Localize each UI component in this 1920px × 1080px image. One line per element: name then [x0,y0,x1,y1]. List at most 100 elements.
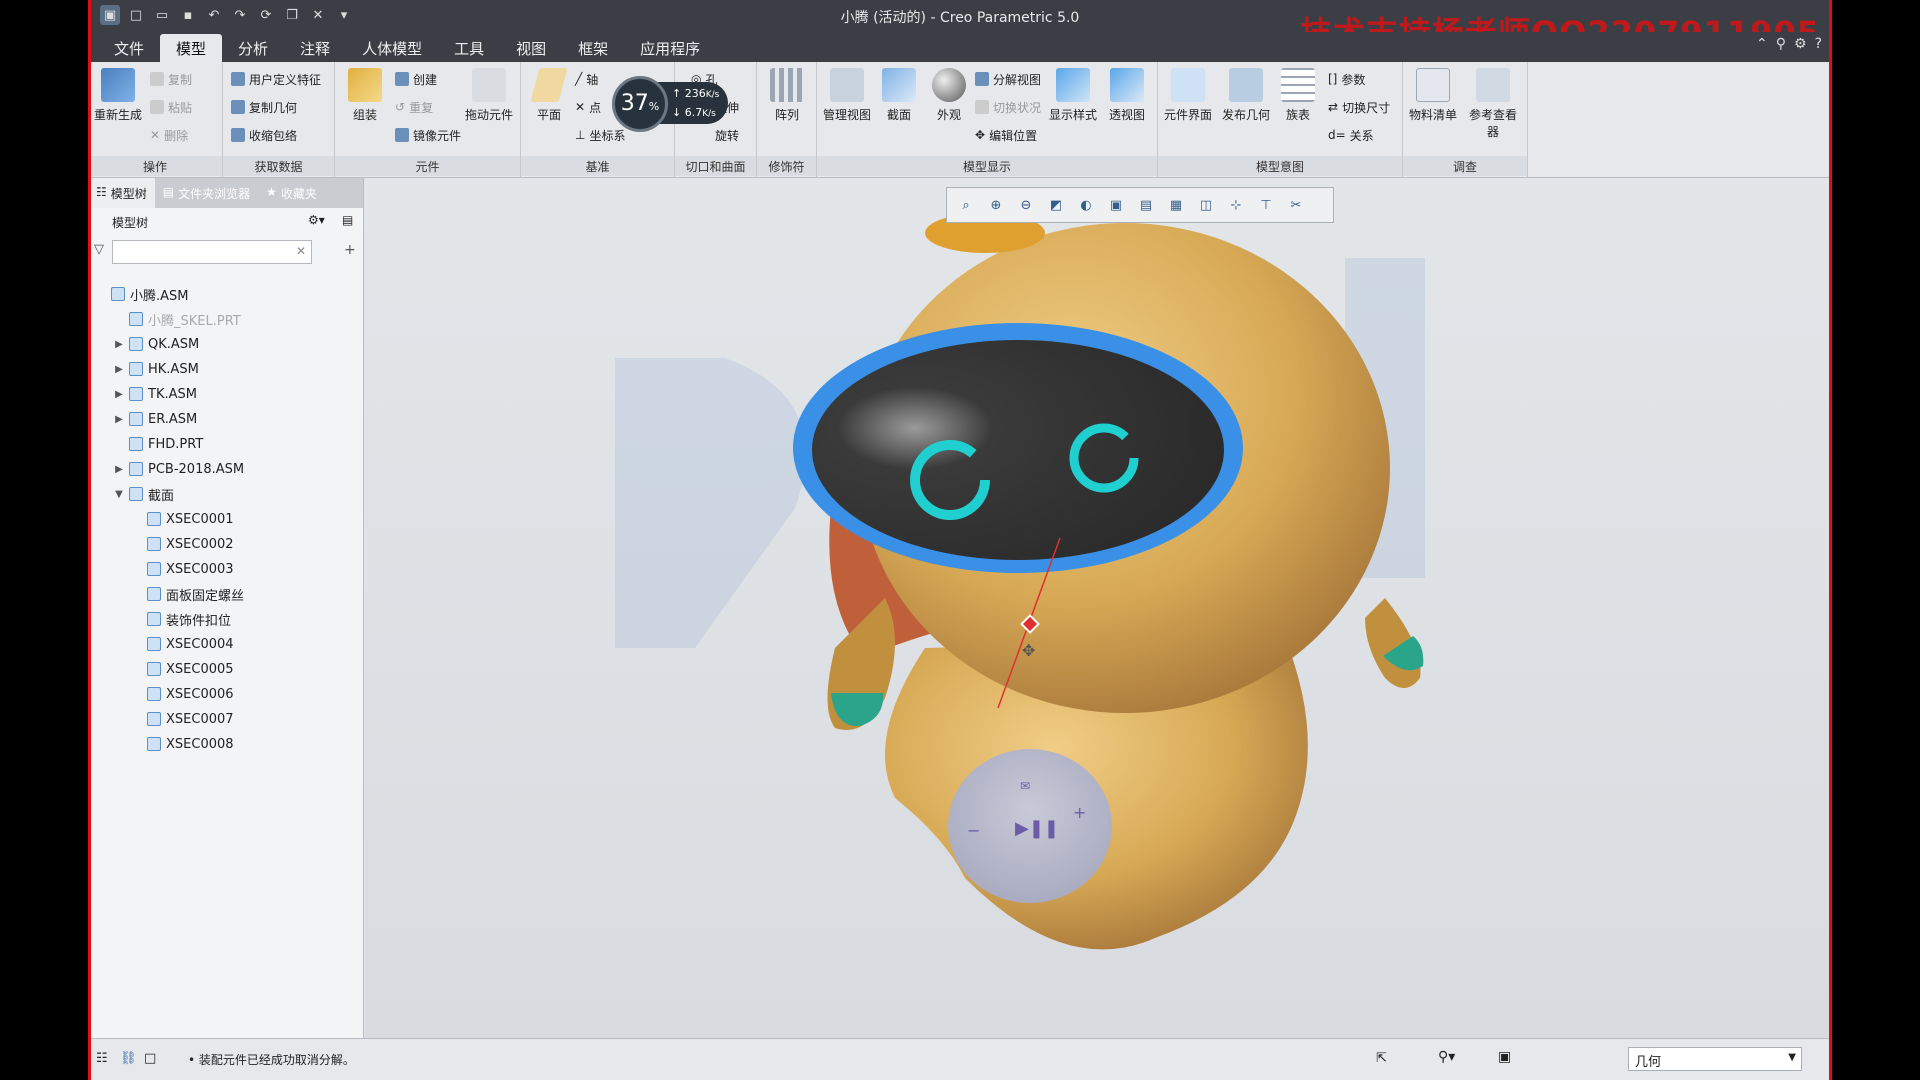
tree-item[interactable]: ▼ 截面 [112,484,174,504]
tab-favorites[interactable]: ★ 收藏夹 [258,178,325,208]
find-icon[interactable]: ⚲▾ [1438,1049,1455,1065]
tree-item[interactable]: XSEC0002 [130,534,234,554]
axis-button[interactable]: ╱ 轴 [575,68,598,90]
tab-model-tree[interactable]: ☷ 模型树 [88,178,155,208]
perspective-toolbar-icon[interactable]: ▦ [1165,194,1187,216]
tab-annotate[interactable]: 注释 [284,34,346,62]
create-button[interactable]: 创建 [395,68,437,90]
robot-model-render[interactable]: ▶❚❚ + − ✉ ✥ [365,178,1832,1038]
publish-geometry-button[interactable]: 发布几何 [1218,66,1274,123]
status-icon-tree[interactable]: ☷ [96,1051,108,1066]
group-label-investigate[interactable]: 调查 [1403,156,1527,176]
status-icon-link[interactable]: ⛓ [120,1051,137,1066]
regenerate-button[interactable]: 重新生成 [90,66,146,123]
perspective-button[interactable]: 透视图 [1099,66,1155,123]
filter-icon[interactable]: ▽ [94,242,104,257]
tree-item[interactable]: 小腾.ASM [94,284,189,304]
mirror-component-button[interactable]: 镜像元件 [395,124,461,146]
tree-expander-icon[interactable]: ▶ [112,464,126,475]
selected-items-icon[interactable]: ▣ [1498,1049,1511,1065]
repaint-icon[interactable]: ◩ [1045,194,1067,216]
display-style-toolbar-icon[interactable]: ◐ [1075,194,1097,216]
help-icon[interactable]: ? [1815,36,1822,52]
tab-framework[interactable]: 框架 [562,34,624,62]
copy-geometry-button[interactable]: 复制几何 [231,96,297,118]
tab-tools[interactable]: 工具 [438,34,500,62]
graphics-window[interactable]: ▶❚❚ + − ✉ ✥ [365,178,1832,1038]
tree-item[interactable]: XSEC0005 [130,659,234,679]
tab-applications[interactable]: 应用程序 [624,34,716,62]
tab-folder-browser[interactable]: ▤ 文件夹浏览器 [155,178,258,208]
tab-analysis[interactable]: 分析 [222,34,284,62]
status-icon-window[interactable]: □ [144,1051,156,1066]
group-label-get-data[interactable]: 获取数据 [223,156,334,176]
annotation-display-icon[interactable]: ⊤ [1255,194,1277,216]
appearance-button[interactable]: 外观 [921,66,977,123]
spin-center-icon[interactable]: ✂ [1285,194,1307,216]
manage-views-button[interactable]: 管理视图 [819,66,875,123]
copy-button[interactable]: 复制 [150,68,192,90]
tree-expander-icon[interactable]: ▶ [112,389,126,400]
tab-model[interactable]: 模型 [160,34,223,62]
tree-expander-icon[interactable]: ▼ [112,489,126,500]
relations-button[interactable]: d= 关系 [1328,124,1374,146]
search-icon[interactable]: ⚲ [1776,36,1786,52]
point-button[interactable]: ✕ 点 [575,96,601,118]
add-filter-icon[interactable]: + [344,242,356,258]
group-label-operations[interactable]: 操作 [88,156,222,176]
tree-expander-icon[interactable]: ▶ [112,414,126,425]
smart-select-icon[interactable]: ⇱ [1376,1051,1387,1066]
model-tree-search-input[interactable] [112,240,312,264]
reference-viewer-button[interactable]: 参考查看器 [1465,66,1521,140]
tree-item[interactable]: ▶ PCB-2018.ASM [112,459,244,479]
group-label-modifiers[interactable]: 修饰符 [757,156,816,176]
switch-dims-button[interactable]: ⇄ 切换尺寸 [1328,96,1390,118]
tree-item[interactable]: XSEC0001 [130,509,234,529]
plane-button[interactable]: 平面 [521,66,577,123]
tree-item[interactable]: ▶ ER.ASM [112,409,197,429]
zoom-in-icon[interactable]: ⊕ [985,194,1007,216]
settings-icon[interactable]: ⚙ [1794,36,1807,52]
tab-view[interactable]: 视图 [500,34,562,62]
edit-position-button[interactable]: ✥ 编辑位置 [975,124,1037,146]
bom-button[interactable]: 物料清单 [1405,66,1461,123]
tree-item[interactable]: 装饰件扣位 [130,609,231,629]
tree-item[interactable]: ▶ HK.ASM [112,359,199,379]
tree-item[interactable]: ▶ TK.ASM [112,384,197,404]
datum-display-icon[interactable]: ⊹ [1225,194,1247,216]
tree-item[interactable]: XSEC0007 [130,709,234,729]
zoom-out-icon[interactable]: ⊖ [1015,194,1037,216]
tree-expander-icon[interactable]: ▶ [112,339,126,350]
tree-item[interactable]: 面板固定螺丝 [130,584,244,604]
tree-expander-icon[interactable]: ▶ [112,364,126,375]
group-label-model-display[interactable]: 模型显示 [817,156,1157,176]
saved-orientations-icon[interactable]: ▣ [1105,194,1127,216]
group-label-component[interactable]: 元件 [335,156,520,176]
family-table-button[interactable]: 族表 [1270,66,1326,123]
component-interface-button[interactable]: 元件界面 [1160,66,1216,123]
tab-manikin[interactable]: 人体模型 [346,34,438,62]
udf-button[interactable]: 用户定义特征 [231,68,321,90]
clear-search-icon[interactable]: ✕ [296,244,306,258]
tree-item[interactable]: ▶ QK.ASM [112,334,199,354]
tree-item[interactable]: XSEC0003 [130,559,234,579]
tree-item[interactable]: XSEC0008 [130,734,234,754]
section-button[interactable]: 截面 [871,66,927,123]
assemble-button[interactable]: 组装 [337,66,393,123]
section-toolbar-icon[interactable]: ◫ [1195,194,1217,216]
toggle-status-button[interactable]: 切换状况 [975,96,1041,118]
view-manager-icon[interactable]: ▤ [1135,194,1157,216]
pattern-button[interactable]: 阵列 [759,66,815,123]
minimize-ribbon-icon[interactable]: ⌃ [1756,36,1768,52]
tree-settings-icon[interactable]: ⚙▾ [308,213,325,227]
parameters-button[interactable]: [] 参数 [1328,68,1365,90]
repeat-button[interactable]: ↺ 重复 [395,96,433,118]
tree-item[interactable]: XSEC0006 [130,684,234,704]
tab-file[interactable]: 文件 [98,34,160,62]
delete-button[interactable]: ✕ 删除 [150,124,188,146]
refit-icon[interactable]: ⌕ [955,194,977,216]
display-style-button[interactable]: 显示样式 [1045,66,1101,123]
group-label-model-intent[interactable]: 模型意图 [1158,156,1402,176]
group-label-datum[interactable]: 基准 [521,156,674,176]
drag-component-button[interactable]: 拖动元件 [461,66,517,123]
